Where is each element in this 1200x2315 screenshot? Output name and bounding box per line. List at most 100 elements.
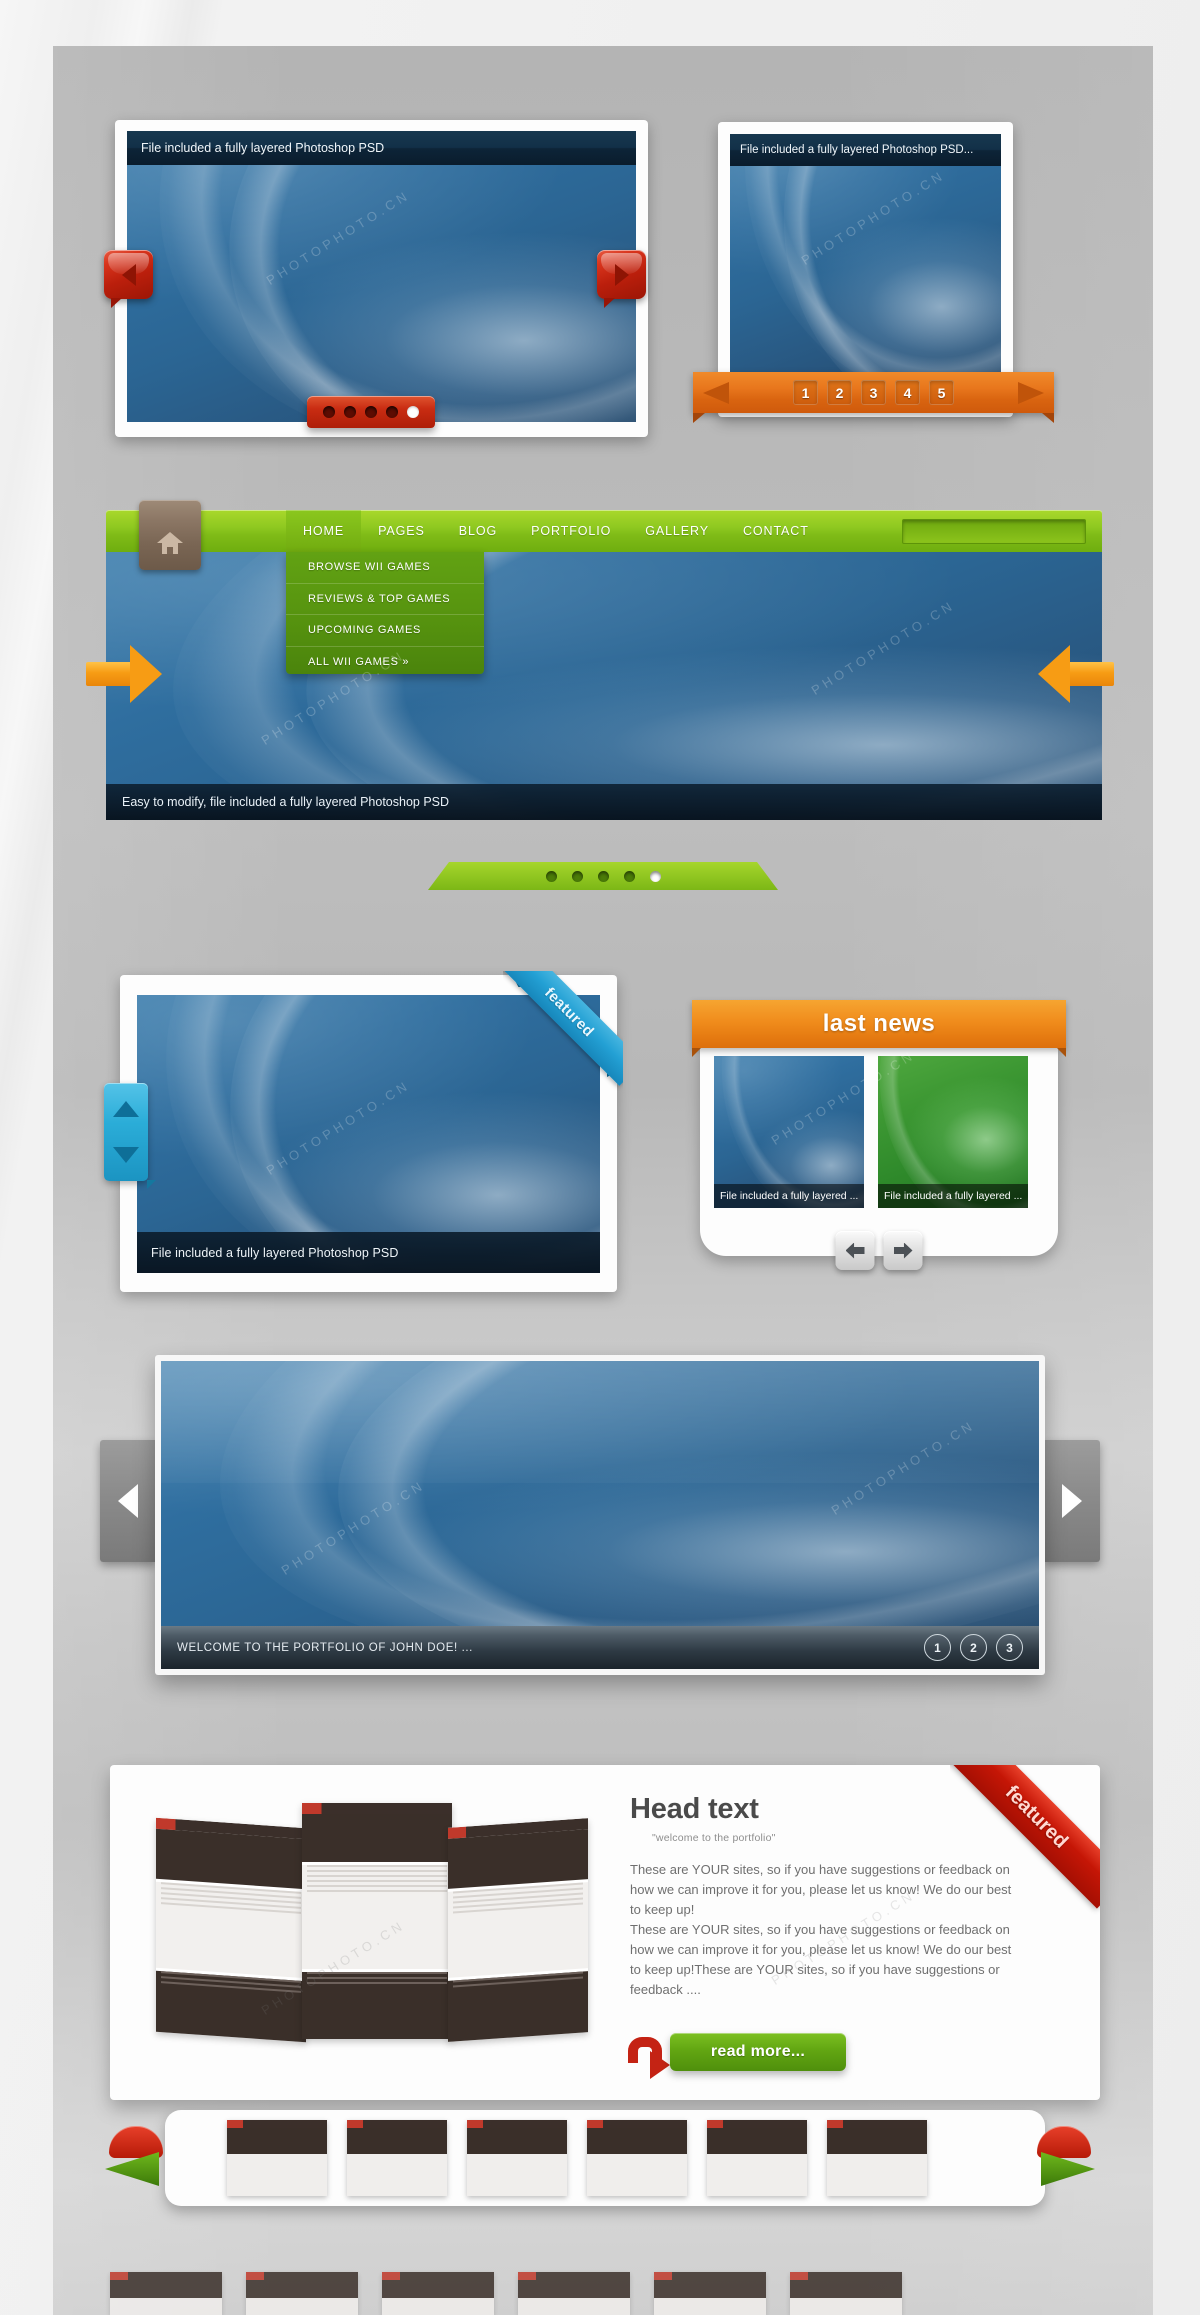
hero-next-arrow[interactable]: [86, 645, 162, 703]
left-arrow-icon: [845, 1242, 865, 1259]
head-text-column: Head text "welcome to the portfolio" The…: [630, 1793, 1020, 2000]
dropdown-item-upcoming[interactable]: UPCOMING GAMES: [286, 615, 484, 647]
prev-arrow-icon[interactable]: [703, 382, 729, 404]
carousel-thumb-4[interactable]: [587, 2120, 687, 2196]
nav-item-contact[interactable]: CONTACT: [726, 510, 826, 552]
decorative-swoosh: [182, 1361, 1039, 1626]
right-arrow-icon: [1062, 1484, 1082, 1518]
partial-thumb: [790, 2272, 902, 2315]
panel-title: File included a fully layered Photoshop …: [730, 134, 1001, 166]
ribbon-fold-left: [692, 1048, 701, 1057]
next-button[interactable]: [597, 250, 646, 308]
ribbon-fold-right: [1057, 1048, 1066, 1057]
dot-5-active[interactable]: [407, 406, 419, 418]
head-text-card: Head text "welcome to the portfolio" The…: [110, 1765, 1100, 2100]
page-subtitle: "welcome to the portfolio": [652, 1832, 776, 1844]
decorative-swoosh: [730, 134, 1001, 374]
up-arrow-icon[interactable]: [113, 1101, 139, 1117]
slider-page-1[interactable]: 1: [924, 1634, 951, 1661]
page-4[interactable]: 4: [895, 380, 920, 405]
nav-dropdown-menu: BROWSE WII GAMES REVIEWS & TOP GAMES UPC…: [286, 552, 484, 674]
ribbon-fold-left: [693, 413, 705, 423]
carousel-next-button[interactable]: [1033, 2126, 1095, 2188]
portfolio-prev-button[interactable]: [100, 1440, 156, 1562]
nav-item-home[interactable]: HOME: [286, 510, 362, 552]
nav-item-pages[interactable]: PAGES: [361, 510, 442, 552]
carousel-thumb-2[interactable]: [347, 2120, 447, 2196]
body-paragraph-1: These are YOUR sites, so if you have sug…: [630, 1862, 1012, 1917]
dot-3[interactable]: [365, 406, 377, 418]
news-prev-button[interactable]: [835, 1231, 875, 1270]
home-button[interactable]: [139, 500, 201, 570]
carousel-thumb-3[interactable]: [467, 2120, 567, 2196]
button-fold: [604, 298, 615, 308]
hero-dot-2[interactable]: [571, 870, 583, 882]
page-3[interactable]: 3: [861, 380, 886, 405]
hero-image: Easy to modify, file included a fully la…: [106, 552, 1102, 820]
page-1[interactable]: 1: [793, 380, 818, 405]
dot-2[interactable]: [344, 406, 356, 418]
nav-item-blog[interactable]: BLOG: [442, 510, 514, 552]
carousel-thumb-6[interactable]: [827, 2120, 927, 2196]
nav-items: HOME PAGES BLOG PORTFOLIO GALLERY CONTAC…: [286, 510, 826, 552]
prev-button[interactable]: [104, 250, 153, 308]
hero-prev-arrow[interactable]: [1038, 645, 1114, 703]
slider-caption-bar: WELCOME TO THE PORTFOLIO OF JOHN DOE! ..…: [161, 1626, 1039, 1669]
slider-panel-arrows: File included a fully layered Photoshop …: [115, 120, 648, 437]
nav-item-gallery[interactable]: GALLERY: [628, 510, 726, 552]
screenshot-center: [302, 1803, 452, 2039]
screenshot-right: [448, 1818, 588, 2042]
glass-gloss: [161, 1361, 1039, 1483]
left-arrow-icon: [118, 1484, 138, 1518]
slider-dot-nav[interactable]: [307, 396, 435, 428]
news-item-1[interactable]: File included a fully layered ...: [714, 1056, 864, 1208]
vertical-scroller[interactable]: [104, 1083, 156, 1189]
last-news-widget: File included a fully layered ... File i…: [692, 1000, 1066, 1270]
hero-dot-4[interactable]: [623, 870, 635, 882]
down-arrow-icon[interactable]: [113, 1147, 139, 1163]
orange-pagination-bar: 1 2 3 4 5: [693, 372, 1054, 423]
carousel-prev-button[interactable]: [105, 2126, 167, 2188]
slider-page-nav: 1 2 3: [924, 1634, 1023, 1661]
website-screenshots-collage: [156, 1797, 588, 2057]
search-input[interactable]: [902, 519, 1086, 544]
news-body: File included a fully layered ... File i…: [700, 1044, 1058, 1270]
partial-thumb: [518, 2272, 630, 2315]
panel-title: File included a fully layered Photoshop …: [127, 131, 636, 165]
read-more-button[interactable]: read more...: [670, 2033, 846, 2071]
slider-page-3[interactable]: 3: [996, 1634, 1023, 1661]
page-5[interactable]: 5: [929, 380, 954, 405]
nav-item-portfolio[interactable]: PORTFOLIO: [514, 510, 628, 552]
news-item-caption: File included a fully layered ...: [878, 1184, 1028, 1208]
decorative-swoosh: [322, 1361, 1039, 1626]
carousel-thumb-1[interactable]: [227, 2120, 327, 2196]
dropdown-item-reviews[interactable]: REVIEWS & TOP GAMES: [286, 584, 484, 615]
carousel-items: [227, 2120, 927, 2196]
featured-image-panel: File included a fully layered Photoshop …: [104, 971, 623, 1292]
dropdown-item-all[interactable]: ALL WII GAMES »: [286, 647, 484, 678]
slider-page-2[interactable]: 2: [960, 1634, 987, 1661]
hero-dot-5-active[interactable]: [649, 870, 661, 882]
hero-dot-1[interactable]: [545, 870, 557, 882]
hero-caption: Easy to modify, file included a fully la…: [106, 784, 1102, 820]
dot-1[interactable]: [323, 406, 335, 418]
thumbnail-carousel: [165, 2110, 1045, 2206]
bottom-partial-strip: [110, 2272, 910, 2315]
dropdown-item-browse[interactable]: BROWSE WII GAMES: [286, 552, 484, 584]
page-2[interactable]: 2: [827, 380, 852, 405]
hero-dot-3[interactable]: [597, 870, 609, 882]
body-paragraph-2: These are YOUR sites, so if you have sug…: [630, 1922, 1012, 1997]
dot-4[interactable]: [386, 406, 398, 418]
next-arrow-icon[interactable]: [1018, 382, 1044, 404]
news-item-caption: File included a fully layered ...: [714, 1184, 864, 1208]
slider-caption: WELCOME TO THE PORTFOLIO OF JOHN DOE! ..…: [177, 1641, 473, 1654]
hero-dot-nav[interactable]: [428, 862, 778, 890]
news-next-button[interactable]: [883, 1231, 923, 1270]
portfolio-next-button[interactable]: [1044, 1440, 1100, 1562]
carousel-thumb-5[interactable]: [707, 2120, 807, 2196]
panel-image: File included a fully layered Photoshop …: [127, 131, 636, 422]
news-controls: [835, 1231, 923, 1270]
screenshot-left: [156, 1817, 306, 2043]
news-item-2[interactable]: File included a fully layered ...: [878, 1056, 1028, 1208]
button-fold: [111, 298, 122, 308]
